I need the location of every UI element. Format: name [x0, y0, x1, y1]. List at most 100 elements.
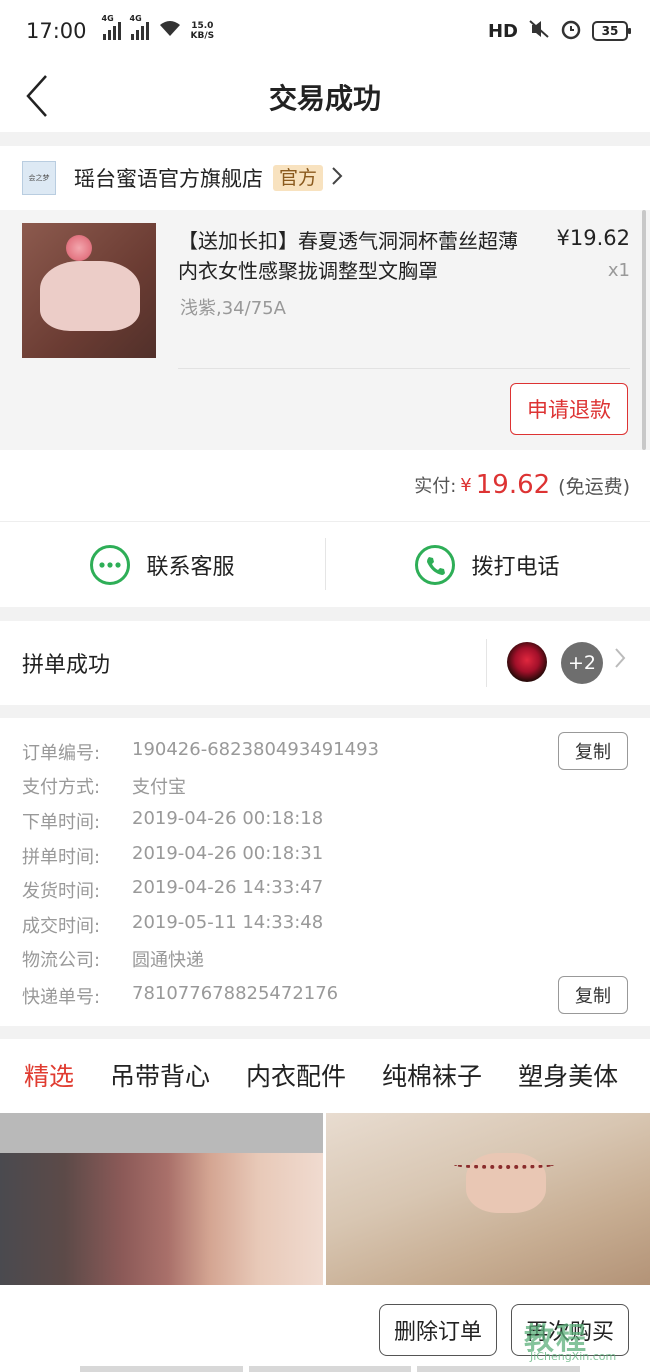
group-divider — [486, 639, 487, 687]
scrollbar — [642, 210, 646, 450]
recommendation-grid — [0, 1113, 650, 1285]
network-type-label: 4G — [129, 14, 142, 23]
paid-currency: ¥ — [460, 474, 472, 496]
paid-amount: 19.62 — [475, 470, 551, 500]
info-value: 2019-04-26 00:18:18 — [132, 808, 324, 829]
chat-icon — [90, 544, 131, 585]
signal-icon: 4G — [130, 14, 149, 40]
refund-button[interactable]: 申请退款 — [510, 383, 628, 435]
chevron-right-icon — [614, 647, 626, 675]
section-gap — [0, 1026, 650, 1039]
product-quantity: x1 — [607, 260, 630, 281]
chevron-left-icon — [26, 75, 47, 117]
delete-order-button[interactable]: 删除订单 — [379, 1304, 497, 1356]
info-value: 支付宝 — [132, 777, 186, 798]
speed-value: 15.0 — [191, 21, 214, 31]
status-bar: 17:00 4G 4G 15.0 KB/S HD 35 — [0, 0, 650, 62]
info-value: 781077678825472176 — [132, 983, 339, 1004]
group-buy-row[interactable]: 拼单成功 +2 — [0, 621, 650, 705]
logistics-company-row: 物流公司: 圆通快递 — [22, 946, 204, 972]
phone-icon — [415, 544, 456, 585]
home-indicator — [80, 1366, 581, 1372]
page-title: 交易成功 — [268, 82, 381, 115]
category-tabs: 精选 吊带背心 内衣配件 纯棉袜子 塑身美体 — [0, 1039, 650, 1111]
section-gap — [0, 132, 650, 146]
nav-bar: 交易成功 — [0, 62, 650, 132]
info-key: 支付方式: — [22, 777, 101, 798]
status-left: 17:00 4G 4G 15.0 KB/S — [26, 14, 215, 43]
tab-shapewear[interactable]: 塑身美体 — [518, 1057, 618, 1093]
contact-service-button[interactable]: 联系客服 — [0, 522, 325, 607]
product-shape — [40, 261, 140, 331]
store-logo-text: 会之梦 — [28, 174, 50, 182]
tab-camisoles[interactable]: 吊带背心 — [110, 1057, 210, 1093]
alarm-icon — [560, 18, 582, 45]
tab-featured[interactable]: 精选 — [24, 1057, 74, 1093]
shipping-note: (免运费) — [558, 475, 630, 498]
mute-icon — [528, 19, 550, 44]
contact-service-label: 联系客服 — [146, 554, 235, 580]
product-title: 【送加长扣】春夏透气洞洞杯蕾丝超薄内衣女性感聚拢调整型文胸罩 — [178, 229, 518, 283]
copy-order-number-button[interactable]: 复制 — [558, 732, 628, 770]
divider — [178, 368, 630, 369]
info-value: 2019-04-26 00:18:31 — [132, 843, 324, 864]
image-background — [0, 1113, 323, 1153]
info-key: 快递单号: — [22, 987, 101, 1008]
order-number-row: 订单编号: 190426-682380493491493 — [22, 739, 379, 765]
ship-time-row: 发货时间: 2019-04-26 14:33:47 — [22, 877, 323, 903]
avatar — [507, 642, 547, 682]
back-button[interactable] — [14, 68, 60, 124]
speed-unit: KB/S — [190, 31, 215, 41]
network-speed: 15.0 KB/S — [191, 21, 215, 41]
official-badge: 官方 — [273, 165, 324, 191]
network-type-label: 4G — [101, 14, 114, 23]
tab-underwear-accessories[interactable]: 内衣配件 — [246, 1057, 346, 1093]
more-members-badge: +2 — [561, 642, 603, 684]
chevron-right-icon — [331, 166, 343, 191]
info-key: 物流公司: — [22, 950, 101, 971]
hd-voice-icon: HD — [487, 20, 518, 42]
info-value: 2019-04-26 14:33:47 — [132, 877, 324, 898]
info-value: 190426-682380493491493 — [132, 739, 379, 760]
product-card[interactable]: 【送加长扣】春夏透气洞洞杯蕾丝超薄内衣女性感聚拢调整型文胸罩 浅紫,34/75A… — [0, 210, 650, 450]
signal-icon: 4G — [102, 14, 121, 40]
group-time-row: 拼单时间: 2019-04-26 00:18:31 — [22, 843, 323, 869]
call-phone-label: 拨打电话 — [471, 554, 560, 580]
store-row[interactable]: 会之梦 瑶台蜜语官方旗舰店 官方 — [0, 146, 650, 210]
payment-method-row: 支付方式: 支付宝 — [22, 773, 186, 799]
order-info: 订单编号: 190426-682380493491493 复制 支付方式: 支付… — [0, 718, 650, 1026]
image-detail — [454, 1161, 554, 1169]
store-logo: 会之梦 — [22, 161, 56, 195]
tab-cotton-socks[interactable]: 纯棉袜子 — [382, 1057, 482, 1093]
product-price: ¥19.62 — [556, 226, 630, 250]
store-name: 瑶台蜜语官方旗舰店 — [74, 167, 263, 191]
info-key: 成交时间: — [22, 916, 101, 937]
site-watermark: 教程 JiChengXin.com — [524, 1314, 644, 1368]
order-time-row: 下单时间: 2019-04-26 00:18:18 — [22, 808, 323, 834]
rose-decoration — [66, 235, 92, 261]
call-phone-button[interactable]: 拨打电话 — [325, 522, 650, 607]
copy-tracking-number-button[interactable]: 复制 — [558, 976, 628, 1014]
tracking-number-row: 快递单号: 781077678825472176 — [22, 983, 338, 1009]
recommended-product-image[interactable] — [0, 1113, 323, 1285]
contact-row: 联系客服 拨打电话 — [0, 521, 650, 607]
watermark-sub: JiChengXin.com — [530, 1350, 617, 1363]
wifi-icon — [159, 20, 181, 43]
status-time: 17:00 — [26, 19, 87, 43]
product-image — [22, 223, 156, 358]
product-spec: 浅紫,34/75A — [180, 298, 286, 319]
payment-summary: 实付: ¥ 19.62 (免运费) — [0, 450, 650, 520]
info-key: 下单时间: — [22, 812, 101, 833]
info-key: 拼单时间: — [22, 847, 101, 868]
info-value: 2019-05-11 14:33:48 — [132, 912, 324, 933]
status-right: HD 35 — [487, 18, 631, 45]
group-buy-label: 拼单成功 — [22, 653, 111, 678]
contact-divider — [325, 538, 326, 590]
info-key: 发货时间: — [22, 881, 101, 902]
recommended-product-image[interactable] — [326, 1113, 650, 1285]
battery-icon: 35 — [592, 21, 631, 41]
section-gap — [0, 705, 650, 718]
paid-label: 实付: — [414, 476, 457, 497]
info-key: 订单编号: — [22, 743, 101, 764]
deal-time-row: 成交时间: 2019-05-11 14:33:48 — [22, 912, 323, 938]
